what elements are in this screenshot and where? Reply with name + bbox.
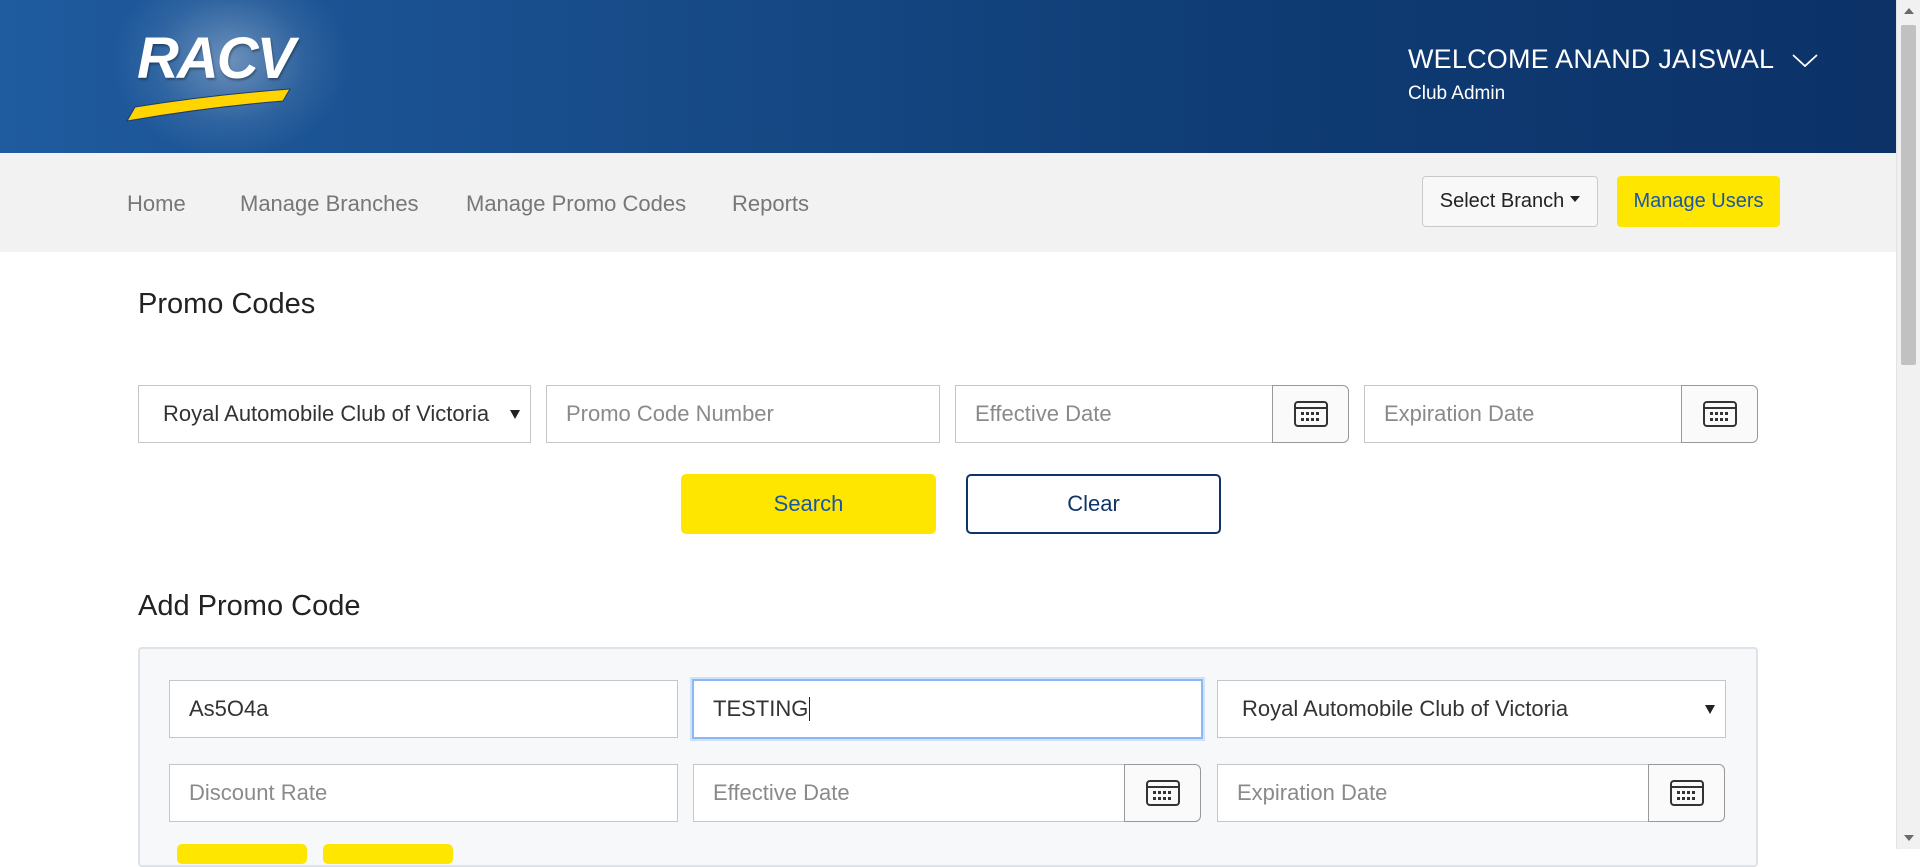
add-expiration-date-input[interactable]: Expiration Date	[1217, 764, 1649, 822]
welcome-text: WELCOME ANAND JAISWAL	[1408, 44, 1775, 74]
club-select-value: Royal Automobile Club of Victoria	[163, 401, 490, 426]
promo-code-input[interactable]: As5O4a	[169, 680, 678, 738]
promo-description-value: TESTING	[713, 696, 809, 721]
calendar-icon	[1145, 780, 1180, 806]
promo-code-number-placeholder: Promo Code Number	[566, 401, 774, 426]
promo-description-input[interactable]: TESTING	[692, 679, 1203, 739]
expiration-date-input[interactable]: Expiration Date	[1364, 385, 1682, 443]
manage-users-label: Manage Users	[1633, 190, 1764, 212]
main-nav: Home Manage Branches Manage Promo Codes …	[0, 153, 1896, 252]
manage-users-button[interactable]: Manage Users	[1617, 176, 1780, 227]
calendar-icon	[1293, 401, 1328, 427]
add-club-select[interactable]: Royal Automobile Club of Victoria	[1217, 680, 1726, 738]
site-header: RACV WELCOME ANAND JAISWAL Club Admin	[0, 0, 1896, 153]
add-promo-code-title: Add Promo Code	[138, 590, 361, 622]
add-expiration-date-calendar-button[interactable]	[1648, 764, 1725, 822]
caret-down-icon	[1570, 195, 1581, 202]
discount-rate-input[interactable]: Discount Rate	[169, 764, 678, 822]
user-block: WELCOME ANAND JAISWAL Club Admin	[1408, 44, 1818, 105]
effective-date-calendar-button[interactable]	[1272, 385, 1349, 443]
select-branch-dropdown[interactable]: Select Branch	[1422, 176, 1598, 227]
user-menu-toggle[interactable]: WELCOME ANAND JAISWAL	[1408, 44, 1818, 75]
add-save-button[interactable]	[177, 844, 307, 864]
add-effective-date-placeholder: Effective Date	[713, 780, 850, 805]
scroll-up-arrow-icon[interactable]	[1904, 8, 1914, 14]
nav-manage-promo-codes[interactable]: Manage Promo Codes	[466, 191, 686, 217]
page-scrollbar[interactable]	[1896, 0, 1920, 849]
user-role: Club Admin	[1408, 83, 1506, 104]
search-button-label: Search	[773, 491, 844, 516]
effective-date-input[interactable]: Effective Date	[955, 385, 1273, 443]
logo-text: RACV	[137, 26, 295, 91]
promo-code-number-input[interactable]: Promo Code Number	[546, 385, 940, 443]
select-arrow-icon	[1705, 705, 1715, 714]
add-cancel-button[interactable]	[323, 844, 453, 864]
chevron-down-icon[interactable]	[1792, 44, 1818, 75]
effective-date-placeholder: Effective Date	[975, 401, 1112, 426]
add-effective-date-calendar-button[interactable]	[1124, 764, 1201, 822]
add-club-select-value: Royal Automobile Club of Victoria	[1242, 696, 1569, 721]
promo-code-value: As5O4a	[189, 696, 269, 721]
nav-manage-branches[interactable]: Manage Branches	[240, 191, 419, 217]
logo-swoosh-icon	[126, 88, 291, 122]
expiration-date-calendar-button[interactable]	[1681, 385, 1758, 443]
add-effective-date-input[interactable]: Effective Date	[693, 764, 1125, 822]
scroll-thumb[interactable]	[1901, 25, 1916, 365]
calendar-icon	[1669, 780, 1704, 806]
club-select[interactable]: Royal Automobile Club of Victoria	[138, 385, 531, 443]
racv-logo[interactable]: RACV	[125, 25, 295, 125]
calendar-icon	[1702, 401, 1737, 427]
nav-home[interactable]: Home	[127, 191, 186, 217]
search-button[interactable]: Search	[681, 474, 936, 534]
text-cursor	[809, 697, 811, 721]
clear-button-label: Clear	[1067, 491, 1120, 516]
add-expiration-date-placeholder: Expiration Date	[1237, 780, 1388, 805]
select-branch-label: Select Branch	[1439, 190, 1565, 212]
discount-rate-placeholder: Discount Rate	[189, 780, 328, 805]
scroll-down-arrow-icon[interactable]	[1904, 835, 1914, 841]
expiration-date-placeholder: Expiration Date	[1384, 401, 1535, 426]
promo-codes-title: Promo Codes	[138, 288, 316, 320]
select-arrow-icon	[510, 410, 520, 419]
clear-button[interactable]: Clear	[966, 474, 1221, 534]
nav-reports[interactable]: Reports	[732, 191, 809, 217]
